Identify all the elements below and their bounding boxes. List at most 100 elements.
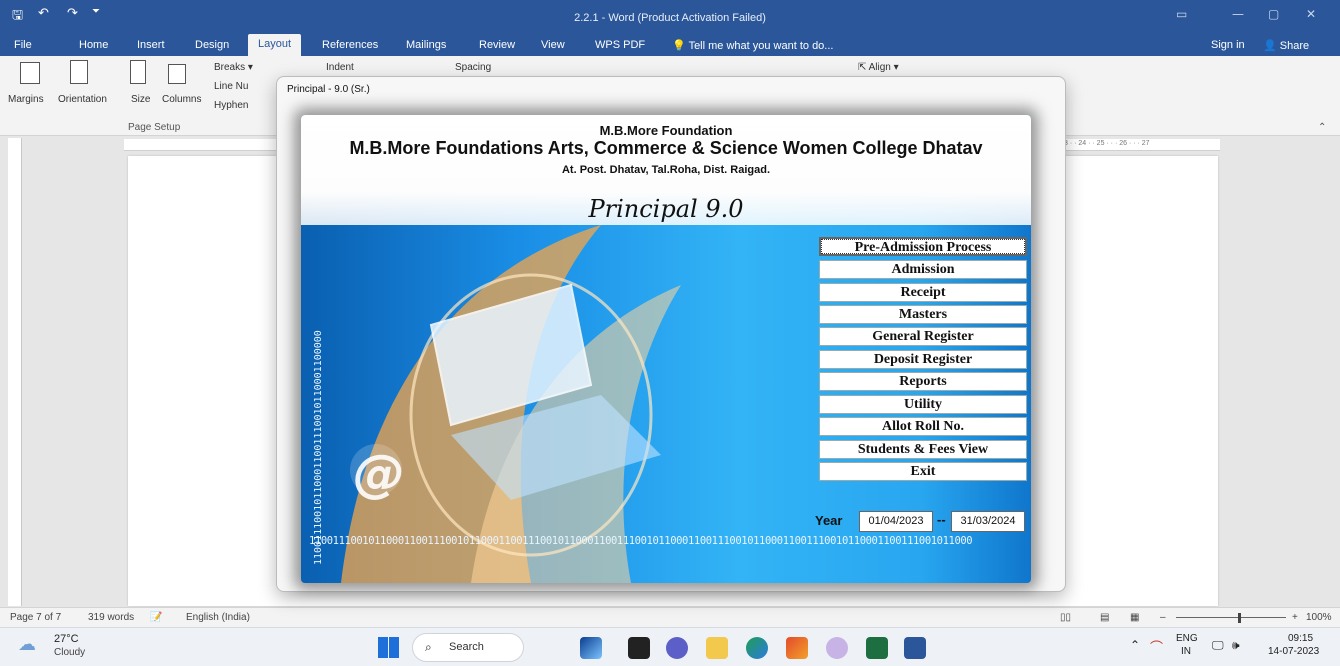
edge-browser-icon[interactable]: [746, 637, 768, 659]
at-symbol-icon: @: [353, 444, 405, 504]
foundation-name: M.B.More Foundation: [599, 123, 733, 138]
chevron-up-icon[interactable]: ⌃: [1130, 638, 1140, 652]
tab-design[interactable]: Design: [195, 39, 229, 51]
chat-icon[interactable]: [666, 637, 688, 659]
tab-wps-pdf[interactable]: WPS PDF: [595, 39, 645, 51]
tab-references[interactable]: References: [322, 39, 378, 51]
word-titlebar: 🖫 ↶ ↷ ⏷ 2.2.1 - Word (Product Activation…: [0, 0, 1340, 56]
weather-desc[interactable]: Cloudy: [54, 647, 85, 658]
align-button[interactable]: ⇱ Align ▾: [858, 62, 899, 73]
utility-button[interactable]: Utility: [819, 395, 1027, 414]
print-layout-icon[interactable]: ▤: [1100, 612, 1109, 623]
line-numbers-button[interactable]: Line Nu: [214, 81, 248, 92]
network-icon[interactable]: ⌒: [1150, 637, 1163, 656]
word-count[interactable]: 319 words: [88, 612, 134, 623]
proofing-icon[interactable]: 📝: [150, 612, 162, 623]
reports-button[interactable]: Reports: [819, 372, 1027, 391]
weather-temp[interactable]: 27°C: [54, 633, 79, 645]
admission-button[interactable]: Admission: [819, 260, 1027, 279]
close-button[interactable]: ✕: [1306, 7, 1316, 21]
receipt-button[interactable]: Receipt: [819, 283, 1027, 302]
window-title: 2.2.1 - Word (Product Activation Failed): [574, 12, 766, 24]
year-label: Year: [815, 513, 843, 528]
cloud-icon: ☁: [18, 634, 36, 654]
zoom-out-button[interactable]: –: [1160, 612, 1166, 623]
college-address: At. Post. Dhatav, Tal.Roha, Dist. Raigad…: [561, 164, 770, 176]
splash-panel: @ M.B.More Foundation M.B.More Foundatio…: [301, 115, 1031, 583]
year-from-field[interactable]: 01/04/2023: [859, 511, 933, 532]
task-view-icon[interactable]: [628, 637, 650, 659]
zoom-level[interactable]: 100%: [1306, 612, 1332, 623]
dialog-title: Principal - 9.0 (Sr.): [287, 84, 370, 95]
tab-review[interactable]: Review: [479, 39, 515, 51]
zoom-slider-thumb[interactable]: [1238, 613, 1241, 623]
app-brand-title: Principal 9.0: [588, 195, 744, 223]
language-status[interactable]: English (India): [186, 612, 250, 623]
collapse-ribbon-icon[interactable]: ⌃: [1318, 122, 1326, 133]
tell-me-text: Tell me what you want to do...: [688, 40, 834, 52]
windows-taskbar: ☁ 27°C Cloudy ⌕ Search ⌃ ⌒ ENG IN 🖵 🕪 09…: [0, 627, 1340, 666]
deposit-register-button[interactable]: Deposit Register: [819, 350, 1027, 369]
share-button[interactable]: 👤 Share: [1263, 39, 1309, 52]
align-label: Align: [868, 62, 891, 73]
columns-icon[interactable]: [168, 64, 186, 84]
margins-icon[interactable]: [20, 62, 40, 84]
hyphenation-button[interactable]: Hyphen: [214, 100, 248, 111]
share-label: Share: [1279, 40, 1310, 52]
size-label[interactable]: Size: [131, 94, 150, 105]
group-page-setup-label: Page Setup: [128, 122, 181, 133]
web-layout-icon[interactable]: ▦: [1130, 612, 1139, 623]
exit-button[interactable]: Exit: [819, 462, 1027, 481]
read-mode-icon[interactable]: ▯▯: [1060, 612, 1071, 623]
airplane-app-icon[interactable]: [580, 637, 602, 659]
tab-view[interactable]: View: [541, 39, 565, 51]
vertical-ruler[interactable]: [8, 138, 22, 606]
lang-line2[interactable]: IN: [1181, 646, 1191, 657]
volume-icon[interactable]: 🕪: [1232, 638, 1240, 653]
college-name: M.B.More Foundations Arts, Commerce & Sc…: [349, 138, 983, 158]
breaks-button[interactable]: Breaks ▾: [214, 62, 253, 73]
clock-time[interactable]: 09:15: [1288, 633, 1313, 644]
excel-icon[interactable]: [866, 637, 888, 659]
clock-date[interactable]: 14-07-2023: [1268, 646, 1319, 657]
sign-in-link[interactable]: Sign in: [1211, 39, 1245, 51]
margins-label[interactable]: Margins: [8, 94, 44, 105]
app-icon-flower[interactable]: [826, 637, 848, 659]
align-icon: ⇱: [858, 62, 867, 73]
search-icon: ⌕: [425, 640, 432, 654]
columns-label[interactable]: Columns: [162, 94, 201, 105]
size-icon[interactable]: [130, 60, 146, 84]
word-icon[interactable]: [904, 637, 926, 659]
tab-home[interactable]: Home: [79, 39, 108, 51]
search-label: Search: [449, 641, 484, 653]
file-explorer-icon[interactable]: [706, 637, 728, 659]
ribbon-display-options-icon[interactable]: ▭: [1176, 7, 1187, 21]
app-icon-flame[interactable]: [786, 637, 808, 659]
breaks-label: Breaks: [214, 62, 246, 73]
ruler-numbers: 3 · · 24 · · 25 · · · 26 · · · 27: [1064, 140, 1150, 147]
page-count[interactable]: Page 7 of 7: [10, 612, 61, 623]
lang-line1[interactable]: ENG: [1176, 633, 1198, 644]
tab-insert[interactable]: Insert: [137, 39, 165, 51]
students-fees-view-button[interactable]: Students & Fees View: [819, 440, 1027, 459]
zoom-slider[interactable]: [1176, 617, 1286, 618]
masters-button[interactable]: Masters: [819, 305, 1027, 324]
tell-me-search[interactable]: 💡 Tell me what you want to do...: [672, 39, 833, 52]
lightbulb-icon: 💡: [672, 40, 686, 52]
allot-roll-no-button[interactable]: Allot Roll No.: [819, 417, 1027, 436]
person-icon: 👤: [1263, 40, 1277, 52]
pre-admission-process-button[interactable]: Pre-Admission Process: [819, 237, 1027, 256]
year-to-field[interactable]: 31/03/2024: [951, 511, 1025, 532]
orientation-icon[interactable]: [70, 60, 88, 84]
taskbar-search[interactable]: ⌕ Search: [412, 633, 524, 662]
general-register-button[interactable]: General Register: [819, 327, 1027, 346]
orientation-label[interactable]: Orientation: [58, 94, 107, 105]
windows-start-icon[interactable]: [378, 637, 399, 658]
tab-file[interactable]: File: [14, 39, 32, 51]
maximize-button[interactable]: ▢: [1268, 7, 1279, 21]
tab-mailings[interactable]: Mailings: [406, 39, 446, 51]
zoom-in-button[interactable]: +: [1292, 612, 1298, 623]
tab-layout[interactable]: Layout: [248, 34, 302, 56]
minimize-button[interactable]: —: [1232, 7, 1244, 21]
monitor-icon[interactable]: 🖵: [1212, 638, 1224, 653]
